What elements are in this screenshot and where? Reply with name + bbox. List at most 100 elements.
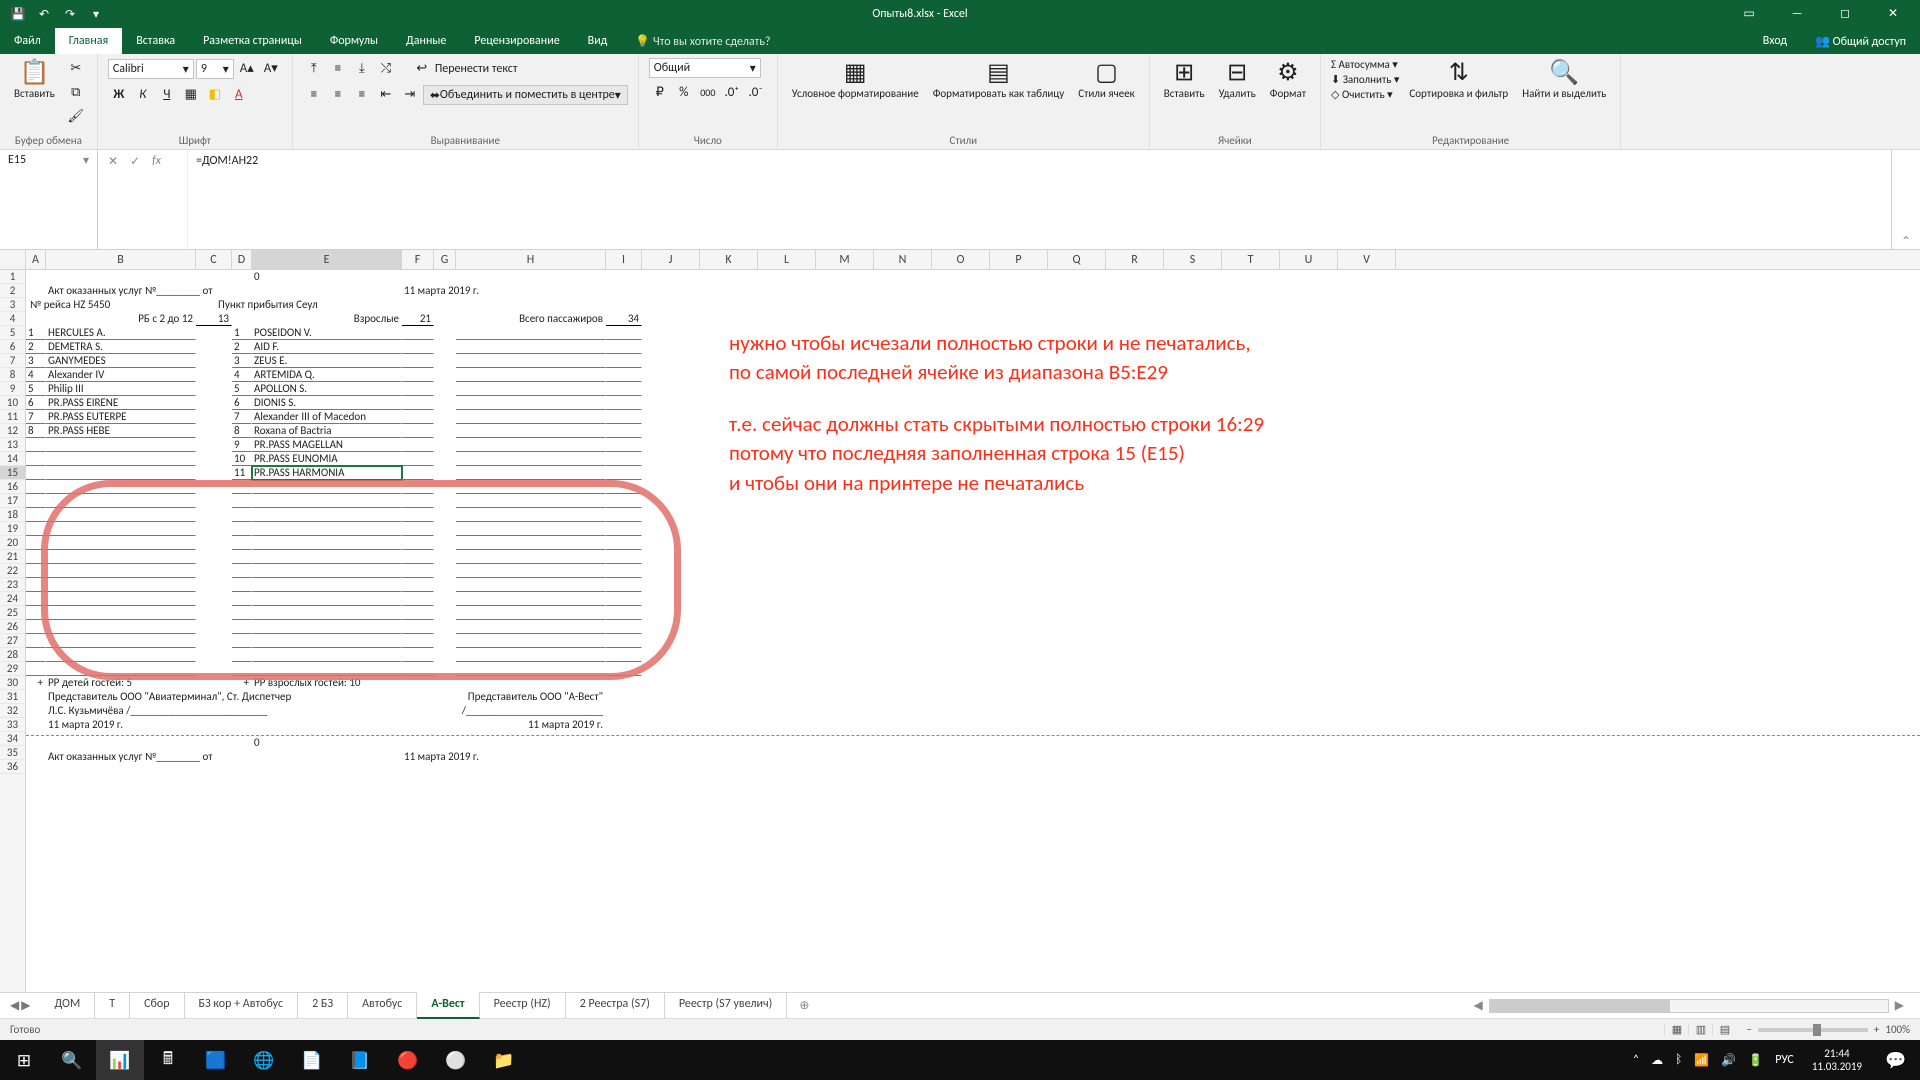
row-headers[interactable]: 1234567891011121314151617181920212223242… (0, 270, 26, 992)
notifications-icon[interactable]: 💬 (1872, 1040, 1920, 1080)
col-P[interactable]: P (990, 250, 1048, 269)
zoom-in-icon[interactable]: + (1874, 1023, 1879, 1036)
inc-decimal-icon[interactable]: .0⁺ (721, 82, 743, 104)
col-A[interactable]: A (26, 250, 46, 269)
col-Q[interactable]: Q (1048, 250, 1106, 269)
sheet-tab-3[interactable]: БЗ кор + Автобус (185, 992, 299, 1019)
tray-cloud-icon[interactable]: ☁ (1651, 1053, 1663, 1068)
new-sheet-icon[interactable]: ⊕ (787, 998, 821, 1013)
task-opera-icon[interactable]: 🔴 (384, 1040, 432, 1080)
row-12[interactable]: 12 (0, 424, 25, 438)
enter-formula-icon[interactable]: ✓ (130, 154, 140, 169)
sheet-tab-4[interactable]: 2 БЗ (298, 992, 348, 1019)
search-icon[interactable]: 🔍 (48, 1040, 96, 1080)
row-16[interactable]: 16 (0, 480, 25, 494)
align-top-icon[interactable]: ⤒ (303, 58, 325, 80)
undo-icon[interactable]: ↶ (34, 7, 54, 22)
tray-battery-icon[interactable]: 🔋 (1748, 1053, 1763, 1068)
col-L[interactable]: L (758, 250, 816, 269)
insert-cells-button[interactable]: ⊞Вставить (1160, 58, 1209, 102)
row-31[interactable]: 31 (0, 690, 25, 704)
cond-format-button[interactable]: ▦Условное форматирование (788, 58, 923, 102)
zoom-slider[interactable] (1758, 1028, 1868, 1032)
col-O[interactable]: O (932, 250, 990, 269)
zoom-level[interactable]: 100% (1885, 1023, 1910, 1036)
row-30[interactable]: 30 (0, 676, 25, 690)
row-11[interactable]: 11 (0, 410, 25, 424)
col-C[interactable]: C (196, 250, 232, 269)
row-17[interactable]: 17 (0, 494, 25, 508)
task-yandex-icon[interactable]: ⚪ (432, 1040, 480, 1080)
maximize-icon[interactable]: ◻ (1822, 0, 1868, 28)
tab-layout[interactable]: Разметка страницы (189, 28, 316, 54)
spreadsheet-grid[interactable]: A B C D E F G H I J K L M N O P Q R S T … (0, 250, 1920, 992)
font-size[interactable]: 9▾ (196, 59, 234, 79)
row-33[interactable]: 33 (0, 718, 25, 732)
col-E[interactable]: E (252, 250, 402, 269)
align-middle-icon[interactable]: ≡ (327, 58, 349, 80)
row-32[interactable]: 32 (0, 704, 25, 718)
row-10[interactable]: 10 (0, 396, 25, 410)
indent-dec-icon[interactable]: ⇤ (375, 84, 397, 106)
row-36[interactable]: 36 (0, 760, 25, 774)
col-R[interactable]: R (1106, 250, 1164, 269)
qat-dropdown-icon[interactable]: ▾ (86, 7, 106, 22)
delete-cells-button[interactable]: ⊟Удалить (1215, 58, 1260, 102)
autosum-button[interactable]: Σ Автосумма ▾ (1331, 58, 1399, 71)
col-T[interactable]: T (1222, 250, 1280, 269)
row-24[interactable]: 24 (0, 592, 25, 606)
clear-button[interactable]: ◇ Очистить ▾ (1331, 88, 1399, 101)
start-icon[interactable]: ⊞ (0, 1040, 48, 1080)
row-26[interactable]: 26 (0, 620, 25, 634)
zoom-out-icon[interactable]: − (1746, 1023, 1751, 1036)
orientation-icon[interactable]: ⤭ (375, 58, 397, 80)
row-8[interactable]: 8 (0, 368, 25, 382)
task-app2-icon[interactable]: 📄 (288, 1040, 336, 1080)
wrap-text-button[interactable]: ↩ (411, 58, 433, 80)
tell-me[interactable]: 💡 Что вы хотите сделать? (621, 34, 784, 49)
signin-link[interactable]: Вход (1749, 34, 1801, 48)
row-35[interactable]: 35 (0, 746, 25, 760)
tab-view[interactable]: Вид (574, 28, 622, 54)
fill-button[interactable]: ⬇ Заполнить ▾ (1331, 73, 1399, 86)
horizontal-scrollbar[interactable]: ◀▶ (821, 998, 1920, 1013)
tray-up-icon[interactable]: ˄ (1633, 1053, 1639, 1067)
task-chrome-icon[interactable]: 🌐 (240, 1040, 288, 1080)
row-28[interactable]: 28 (0, 648, 25, 662)
view-switcher[interactable]: ▦▥▤ (1664, 1023, 1736, 1036)
align-right-icon[interactable]: ≡ (351, 84, 373, 106)
ribbon-display-icon[interactable]: ▭ (1726, 0, 1772, 28)
row-13[interactable]: 13 (0, 438, 25, 452)
border-icon[interactable]: ▦ (180, 84, 202, 106)
tab-review[interactable]: Рецензирование (460, 28, 573, 54)
tray-lang[interactable]: РУС (1775, 1053, 1794, 1067)
currency-icon[interactable]: ₽ (649, 82, 671, 104)
task-explorer-icon[interactable]: 📁 (480, 1040, 528, 1080)
bold-button[interactable]: Ж (108, 84, 130, 106)
sheet-tab-5[interactable]: Автобус (348, 992, 417, 1019)
row-1[interactable]: 1 (0, 270, 25, 284)
find-select-button[interactable]: 🔍Найти и выделить (1518, 58, 1610, 102)
col-K[interactable]: K (700, 250, 758, 269)
row-3[interactable]: 3 (0, 298, 25, 312)
select-all[interactable] (0, 250, 26, 269)
tab-data[interactable]: Данные (392, 28, 460, 54)
cell-styles-button[interactable]: ▢Стили ячеек (1074, 58, 1139, 102)
col-H[interactable]: H (456, 250, 606, 269)
underline-button[interactable]: Ч (156, 84, 178, 106)
align-bottom-icon[interactable]: ⤓ (351, 58, 373, 80)
number-format[interactable]: Общий▾ (649, 58, 761, 78)
thousands-icon[interactable]: 000 (697, 82, 719, 104)
row-34[interactable]: 34 (0, 732, 25, 746)
row-21[interactable]: 21 (0, 550, 25, 564)
formula-input[interactable]: =ДОМ!AH22 (188, 150, 1892, 249)
row-15[interactable]: 15 (0, 466, 25, 480)
name-box[interactable]: E15▾ (0, 150, 98, 249)
tab-home[interactable]: Главная (55, 28, 122, 54)
system-tray[interactable]: ˄ ☁ ᛒ 📶 🔊 🔋 РУС (1625, 1053, 1802, 1068)
tab-insert[interactable]: Вставка (122, 28, 189, 54)
merge-center-button[interactable]: ⬌ Объединить и поместить в центре ▾ (423, 85, 628, 105)
format-cells-button[interactable]: ⚙Формат (1266, 58, 1310, 102)
increase-font-icon[interactable]: A▴ (236, 58, 258, 80)
percent-icon[interactable]: % (673, 82, 695, 104)
